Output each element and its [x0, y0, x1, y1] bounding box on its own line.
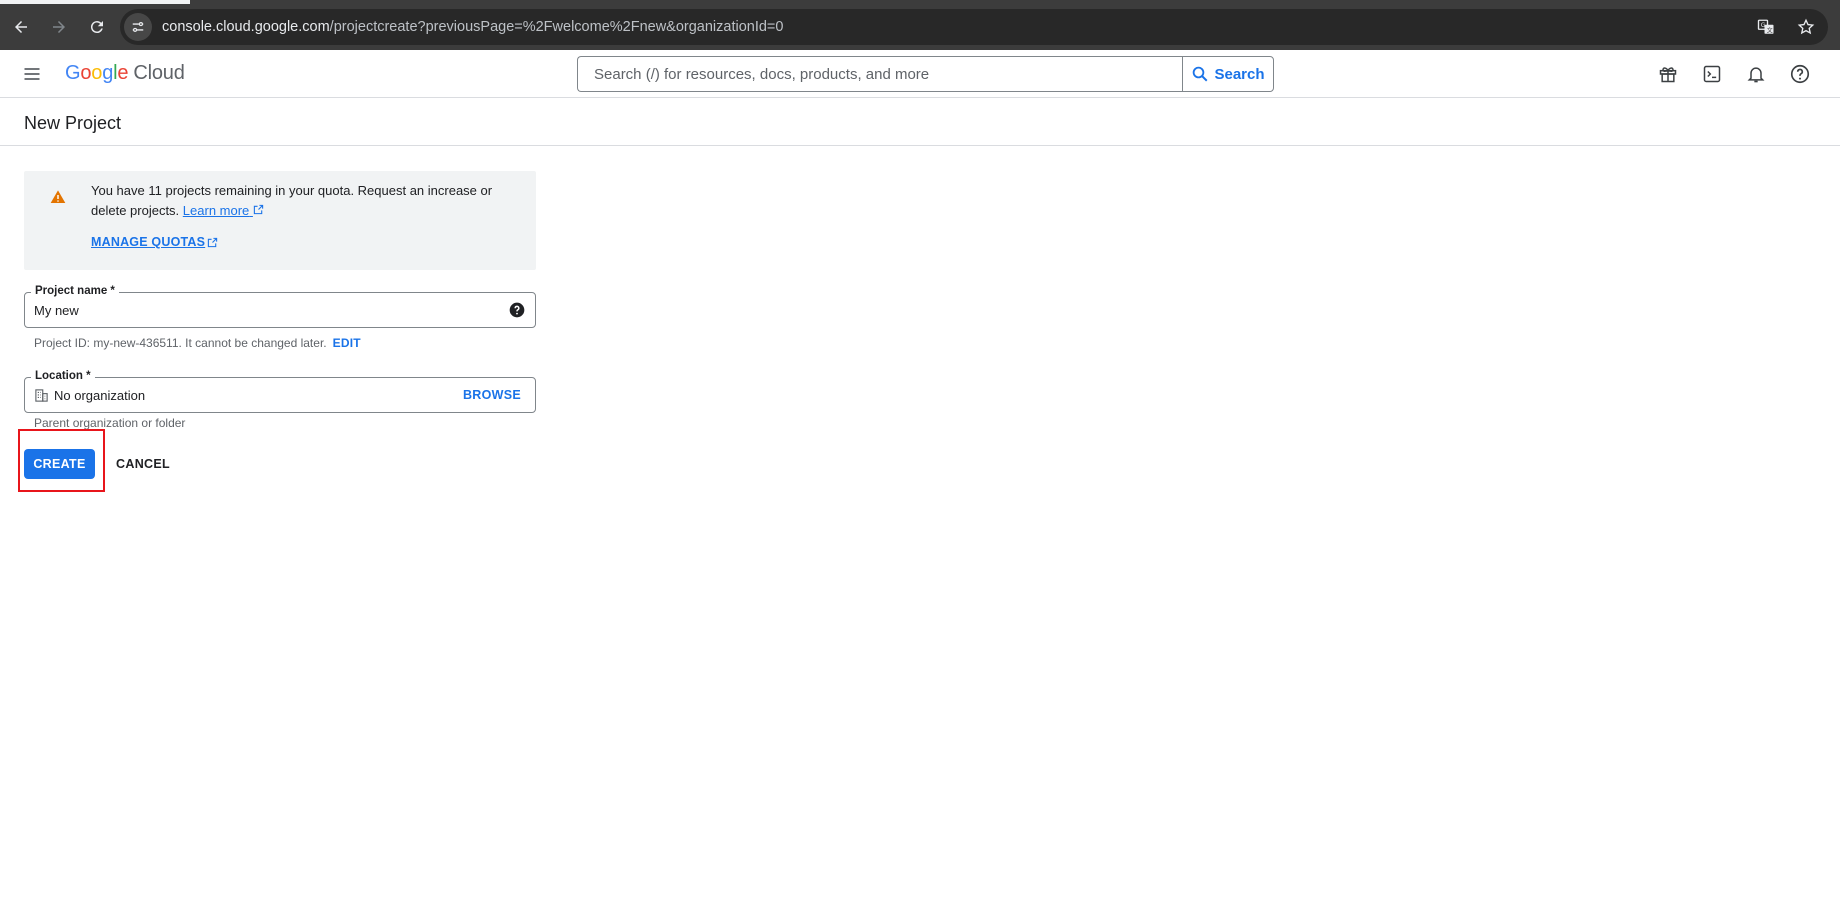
arrow-right-icon — [53, 21, 65, 33]
url-path: /projectcreate?previousPage=%2Fwelcome%2… — [329, 19, 784, 35]
location-label: Location * — [31, 369, 95, 383]
notifications-icon[interactable] — [1740, 58, 1772, 90]
url-host: console.cloud.google.com — [162, 19, 330, 35]
svg-text:G: G — [1761, 22, 1766, 29]
project-id-hint: Project ID: my-new-436511. It cannot be … — [34, 336, 361, 350]
reload-button[interactable] — [80, 10, 114, 44]
project-id-text: Project ID: my-new-436511. It cannot be … — [34, 336, 327, 350]
cloud-shell-icon[interactable] — [1696, 58, 1728, 90]
location-field: Location * No organization BROWSE — [24, 369, 536, 413]
search-button[interactable]: Search — [1182, 56, 1274, 92]
page-title-bar: New Project — [0, 98, 1840, 146]
building-icon — [35, 389, 48, 402]
quota-notice: You have 11 projects remaining in your q… — [24, 171, 536, 270]
external-link-icon — [208, 237, 218, 247]
learn-more-link[interactable]: Learn more — [183, 203, 264, 218]
address-bar[interactable]: console.cloud.google.com/projectcreate?p… — [120, 9, 1828, 45]
nav-menu-button[interactable] — [18, 60, 46, 88]
forward-button[interactable] — [42, 10, 76, 44]
warning-icon — [50, 190, 66, 203]
back-button[interactable] — [4, 10, 38, 44]
cancel-button[interactable]: CANCEL — [110, 449, 176, 479]
create-button[interactable]: CREATE — [24, 449, 95, 479]
console-header: Google Cloud Search — [0, 50, 1840, 98]
project-name-field: Project name * — [24, 284, 536, 328]
external-link-icon — [253, 204, 264, 215]
google-cloud-logo[interactable]: Google Cloud — [65, 62, 185, 85]
logo-product: Cloud — [133, 62, 185, 84]
hamburger-icon — [24, 68, 40, 80]
search-button-label: Search — [1214, 65, 1265, 83]
url-text: console.cloud.google.com/projectcreate?p… — [162, 19, 783, 35]
quota-message: You have 11 projects remaining in your q… — [91, 183, 493, 218]
translate-icon[interactable]: 文G — [1752, 13, 1780, 41]
logo-letter: g — [102, 62, 114, 84]
svg-text:文: 文 — [1767, 26, 1773, 34]
gift-icon[interactable] — [1652, 58, 1684, 90]
learn-more-label: Learn more — [182, 203, 250, 218]
logo-letter: e — [117, 62, 129, 84]
help-icon[interactable] — [1784, 58, 1816, 90]
site-info-icon[interactable] — [124, 13, 152, 41]
logo-letter: G — [65, 62, 81, 84]
location-value: No organization — [54, 388, 146, 403]
location-hint: Parent organization or folder — [34, 416, 186, 430]
browser-toolbar: console.cloud.google.com/projectcreate?p… — [0, 4, 1840, 50]
bookmark-star-icon[interactable] — [1792, 13, 1820, 41]
page-title: New Project — [24, 113, 122, 133]
logo-letter: o — [80, 62, 92, 84]
edit-project-id-button[interactable]: EDIT — [333, 336, 361, 350]
logo-letter: o — [91, 62, 103, 84]
manage-quotas-link[interactable]: MANAGE QUOTAS — [91, 235, 218, 249]
manage-quotas-label: MANAGE QUOTAS — [91, 235, 206, 249]
arrow-left-icon — [15, 21, 27, 33]
quota-notice-text: You have 11 projects remaining in your q… — [91, 181, 511, 221]
reload-icon — [90, 21, 103, 34]
search-bar: Search — [577, 56, 1274, 92]
search-icon — [1193, 66, 1208, 82]
search-input[interactable] — [577, 56, 1182, 92]
help-circle-icon[interactable] — [509, 302, 525, 318]
browse-button[interactable]: BROWSE — [463, 388, 521, 402]
project-name-input[interactable] — [34, 293, 494, 327]
